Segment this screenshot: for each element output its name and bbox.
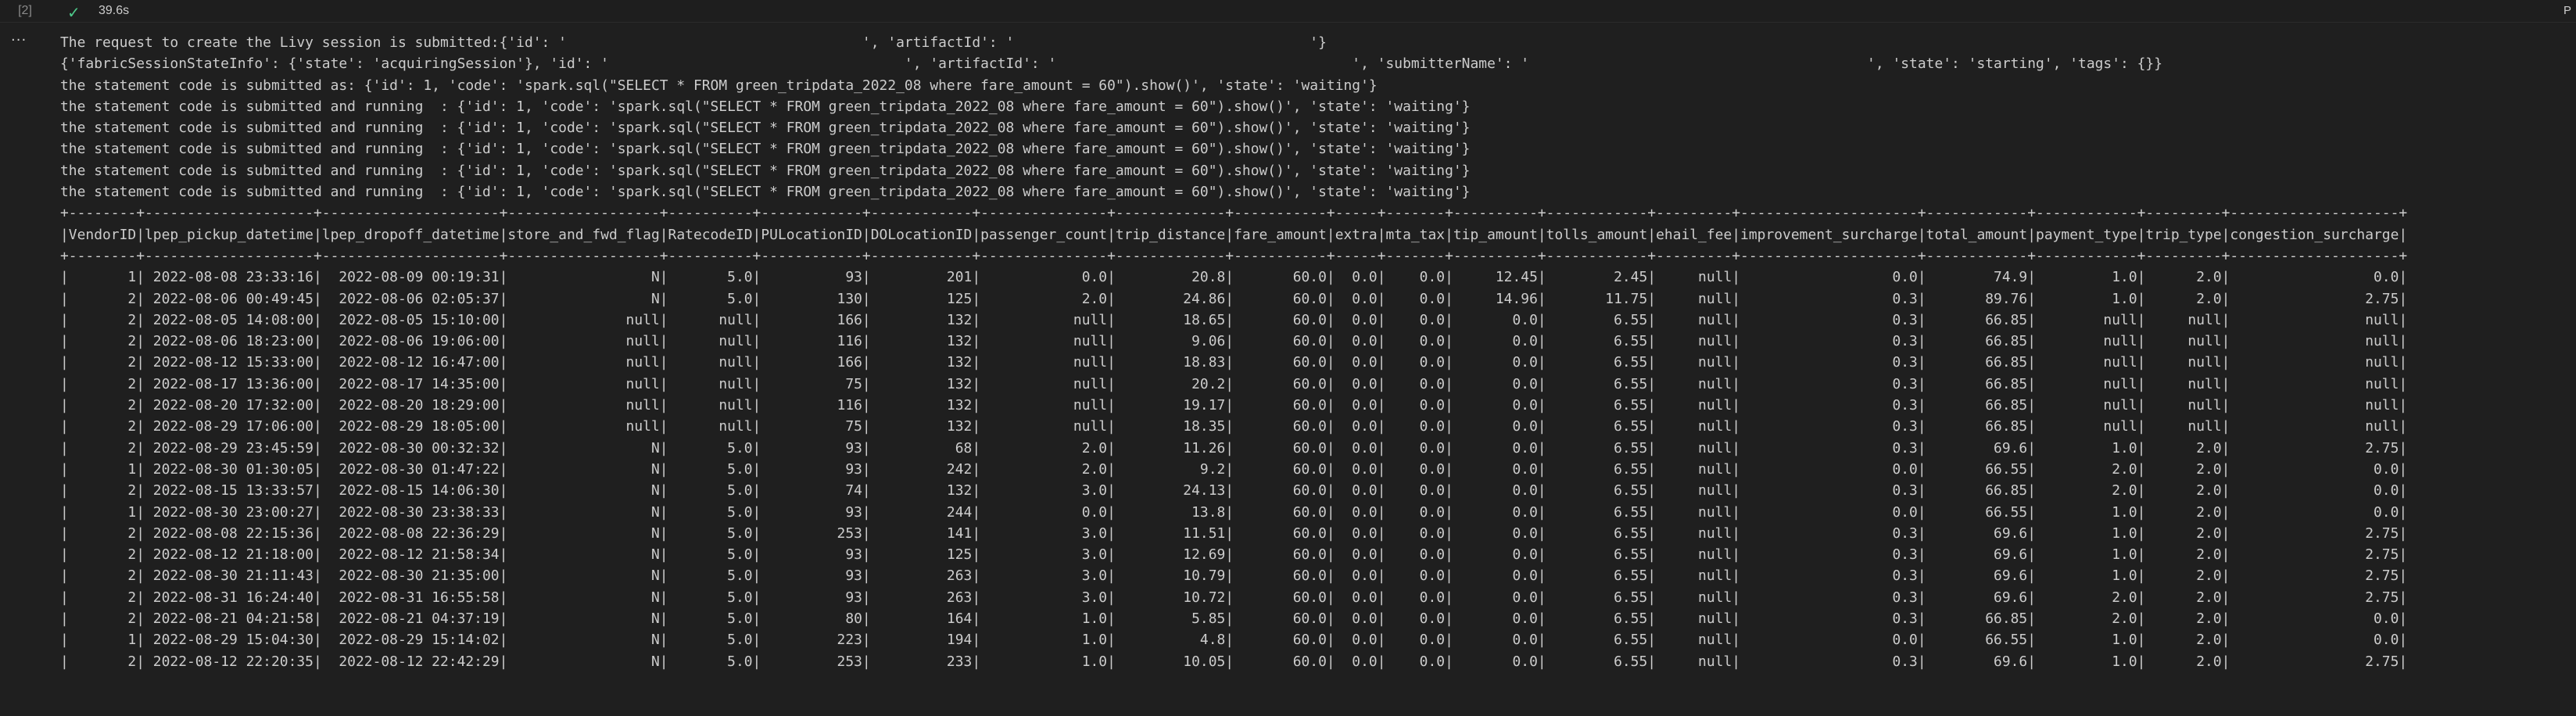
cell-output: The request to create the Livy session i… <box>50 23 2576 716</box>
table-row: | 2| 2022-08-08 22:15:36| 2022-08-08 22:… <box>60 524 2408 542</box>
execution-duration: 39.6s <box>99 4 130 17</box>
table-row: | 1| 2022-08-08 23:33:16| 2022-08-09 00:… <box>60 269 2408 286</box>
log-line: The request to create the Livy session i… <box>60 34 1327 51</box>
table-row: | 1| 2022-08-29 15:04:30| 2022-08-29 15:… <box>60 632 2408 649</box>
log-line: the statement code is submitted and runn… <box>60 120 1471 137</box>
table-row: | 2| 2022-08-17 13:36:00| 2022-08-17 14:… <box>60 375 2408 392</box>
cell-status-bar: [2] ✓ 39.6s P <box>0 0 2576 23</box>
table-row: | 2| 2022-08-06 18:23:00| 2022-08-06 19:… <box>60 333 2408 350</box>
table-row: | 2| 2022-08-20 17:32:00| 2022-08-20 18:… <box>60 397 2408 414</box>
ellipsis-icon[interactable]: ··· <box>11 32 27 48</box>
log-line: the statement code is submitted and runn… <box>60 141 1471 158</box>
output-text: The request to create the Livy session i… <box>50 23 2576 672</box>
log-line: the statement code is submitted and runn… <box>60 184 1471 201</box>
check-icon: ✓ <box>67 3 81 22</box>
table-row: | 2| 2022-08-15 13:33:57| 2022-08-15 14:… <box>60 482 2408 499</box>
log-line: the statement code is submitted and runn… <box>60 162 1471 179</box>
table-row: | 2| 2022-08-30 21:11:43| 2022-08-30 21:… <box>60 567 2408 585</box>
corner-text: P <box>2563 4 2571 17</box>
table-row: | 1| 2022-08-30 01:30:05| 2022-08-30 01:… <box>60 460 2408 478</box>
output-gutter <box>0 23 50 716</box>
table-row: | 2| 2022-08-05 14:08:00| 2022-08-05 15:… <box>60 311 2408 328</box>
table-row: | 2| 2022-08-21 04:21:58| 2022-08-21 04:… <box>60 610 2408 628</box>
log-line: the statement code is submitted as: {'id… <box>60 77 1378 94</box>
table-separator: +--------+--------------------+---------… <box>60 205 2408 222</box>
table-row: | 2| 2022-08-12 15:33:00| 2022-08-12 16:… <box>60 354 2408 371</box>
table-row: | 2| 2022-08-29 23:45:59| 2022-08-30 00:… <box>60 439 2408 456</box>
log-line: the statement code is submitted and runn… <box>60 98 1471 115</box>
table-row: | 1| 2022-08-30 23:00:27| 2022-08-30 23:… <box>60 503 2408 521</box>
table-row: | 2| 2022-08-12 22:20:35| 2022-08-12 22:… <box>60 653 2408 670</box>
log-line: {'fabricSessionStateInfo': {'state': 'ac… <box>60 55 2163 73</box>
execution-count: [2] <box>18 4 32 17</box>
table-row: | 2| 2022-08-06 00:49:45| 2022-08-06 02:… <box>60 290 2408 307</box>
table-row: | 2| 2022-08-29 17:06:00| 2022-08-29 18:… <box>60 418 2408 435</box>
table-header-row: |VendorID|lpep_pickup_datetime|lpep_drop… <box>60 226 2408 243</box>
table-separator: +--------+--------------------+---------… <box>60 247 2408 264</box>
table-row: | 2| 2022-08-31 16:24:40| 2022-08-31 16:… <box>60 589 2408 606</box>
table-row: | 2| 2022-08-12 21:18:00| 2022-08-12 21:… <box>60 546 2408 564</box>
